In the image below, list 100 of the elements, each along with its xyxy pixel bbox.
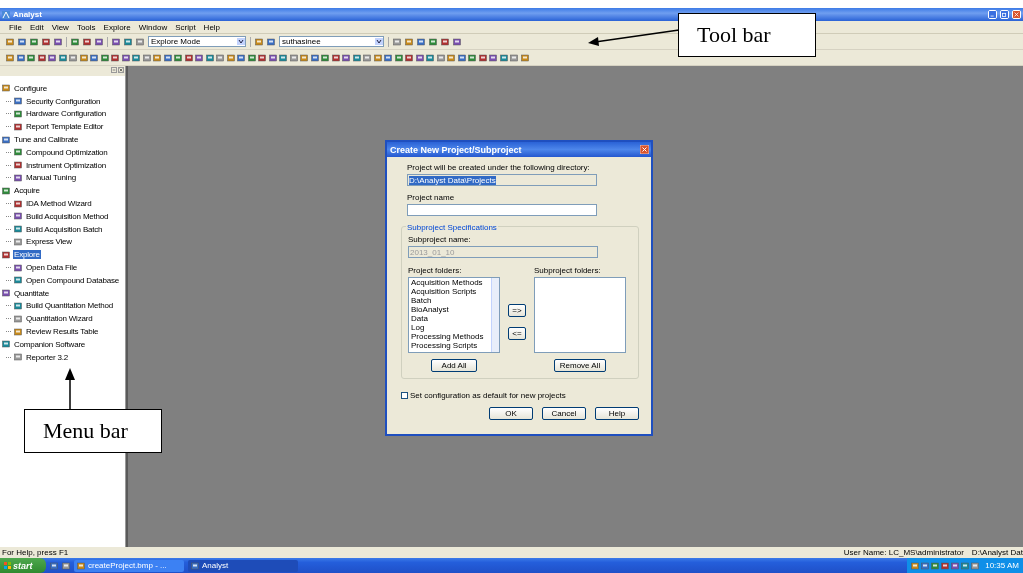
tray-icon[interactable] xyxy=(911,561,920,570)
toolbar-icon[interactable] xyxy=(184,53,193,62)
tree-item[interactable]: Quantitate xyxy=(13,288,50,298)
toolbar-icon[interactable] xyxy=(426,53,434,62)
toolbar-icon[interactable] xyxy=(111,53,119,62)
menu-item[interactable]: Help xyxy=(202,22,222,32)
toolbar-icon[interactable] xyxy=(237,53,245,62)
list-item[interactable]: Acquisition Methods xyxy=(411,278,491,287)
scrollbar[interactable] xyxy=(491,278,499,352)
move-right-button[interactable]: => xyxy=(508,304,526,317)
tree-item[interactable]: Acquire xyxy=(13,186,41,196)
tray-icon[interactable] xyxy=(941,561,950,570)
toolbar-icon[interactable] xyxy=(363,53,371,62)
tree-item[interactable]: Hardware Configuration xyxy=(25,109,108,119)
toolbar-icon[interactable] xyxy=(205,53,214,62)
toolbar-icon[interactable] xyxy=(429,37,437,46)
close-icon[interactable] xyxy=(118,67,124,73)
tree-item[interactable]: Companion Software xyxy=(13,339,87,349)
toolbar-icon[interactable] xyxy=(394,53,403,62)
toolbar-icon[interactable] xyxy=(142,53,151,62)
project-folders-list[interactable]: Acquisition Methods Acquisition Scripts Batch BioAnalyst Data Log Processing Methods Processing Scripts xyxy=(408,277,500,353)
project-name-field[interactable] xyxy=(407,204,597,216)
toolbar-icon[interactable] xyxy=(457,53,466,62)
quick-launch-icon[interactable] xyxy=(62,561,70,570)
menu-item[interactable]: View xyxy=(50,22,70,32)
tree-item[interactable]: Tune and Calibrate xyxy=(13,135,80,145)
toolbar-icon[interactable] xyxy=(226,53,235,62)
toolbar-icon[interactable] xyxy=(58,53,67,62)
list-item[interactable]: BioAnalyst xyxy=(411,305,491,314)
toolbar-icon[interactable] xyxy=(247,53,256,62)
add-all-button[interactable]: Add All xyxy=(431,359,477,372)
toolbar-icon[interactable] xyxy=(6,53,14,62)
toolbar-icon[interactable] xyxy=(499,53,508,62)
toolbar-icon[interactable] xyxy=(79,53,88,62)
toolbar-icon[interactable] xyxy=(331,53,340,62)
toolbar-icon[interactable] xyxy=(90,53,98,62)
tray-icon[interactable] xyxy=(971,561,980,570)
toolbar-icon[interactable] xyxy=(112,37,120,46)
toolbar-icon[interactable] xyxy=(321,53,329,62)
toolbar-icon[interactable] xyxy=(258,53,266,62)
taskbar-button[interactable]: createProject.bmp - ... xyxy=(74,559,184,572)
toolbar-icon[interactable] xyxy=(216,53,224,62)
tray-icon[interactable] xyxy=(921,561,930,570)
toolbar-icon[interactable] xyxy=(18,37,26,46)
toolbar-icon[interactable] xyxy=(71,37,79,46)
toolbar-icon[interactable] xyxy=(352,53,361,62)
tree-item[interactable]: Compound Optimization xyxy=(25,147,109,157)
toolbar-icon[interactable] xyxy=(95,37,103,46)
toolbar-icon[interactable] xyxy=(121,53,130,62)
toolbar-icon[interactable] xyxy=(42,37,50,46)
tree-item[interactable]: Build Acquisition Batch xyxy=(25,224,104,234)
list-item[interactable]: Log xyxy=(411,323,491,332)
start-button[interactable]: start xyxy=(0,558,46,573)
toolbar-icon[interactable] xyxy=(27,53,35,62)
toolbar-icon[interactable] xyxy=(195,53,203,62)
dropdown-arrow-icon[interactable] xyxy=(237,38,245,45)
toolbar-icon[interactable] xyxy=(279,53,287,62)
list-item[interactable]: Processing Methods xyxy=(411,332,491,341)
dropdown-arrow-icon[interactable] xyxy=(375,38,383,45)
toolbar-icon[interactable] xyxy=(54,37,62,46)
dialog-button[interactable]: Cancel xyxy=(542,407,586,420)
taskbar-button[interactable]: Analyst xyxy=(188,559,298,572)
toolbar-icon[interactable] xyxy=(268,53,277,62)
menu-item[interactable]: File xyxy=(8,22,23,32)
dialog-button[interactable]: OK xyxy=(489,407,533,420)
toolbar-icon[interactable] xyxy=(16,53,25,62)
toolbar-icon[interactable] xyxy=(163,53,172,62)
toolbar-icon[interactable] xyxy=(100,53,109,62)
move-left-button[interactable]: <= xyxy=(508,327,526,340)
toolbar-icon[interactable] xyxy=(384,53,392,62)
menu-item[interactable]: Explore xyxy=(102,22,132,32)
toolbar-icon[interactable] xyxy=(6,37,14,46)
toolbar-icon[interactable] xyxy=(48,53,56,62)
toolbar-icon[interactable] xyxy=(132,53,140,62)
toolbar-icon[interactable] xyxy=(447,53,455,62)
toolbar-icon[interactable] xyxy=(124,37,132,46)
tray-icon[interactable] xyxy=(961,561,970,570)
toolbar-icon[interactable] xyxy=(373,53,382,62)
toolbar-icon[interactable] xyxy=(468,53,476,62)
toolbar-icon[interactable] xyxy=(489,53,497,62)
toolbar-icon[interactable] xyxy=(37,53,46,62)
list-item[interactable]: Data xyxy=(411,314,491,323)
tree-item[interactable]: Open Data File xyxy=(25,263,78,273)
directory-field[interactable]: D:\Analyst Data\Projects xyxy=(407,174,597,186)
toolbar-icon[interactable] xyxy=(69,53,77,62)
tray-icon[interactable] xyxy=(951,561,960,570)
toolbar-icon[interactable] xyxy=(405,53,413,62)
toolbar-icon[interactable] xyxy=(83,37,91,46)
dialog-button[interactable]: Help xyxy=(595,407,639,420)
tray-icon[interactable] xyxy=(931,561,940,570)
quick-launch-icon[interactable] xyxy=(50,561,58,570)
tree-item[interactable]: Security Configuration xyxy=(25,96,102,106)
toolbar-icon[interactable] xyxy=(174,53,182,62)
toolbar-icon[interactable] xyxy=(255,37,263,46)
menu-item[interactable]: Script xyxy=(174,22,197,32)
tree-item[interactable]: Quantitation Wizard xyxy=(25,314,94,324)
toolbar-icon[interactable] xyxy=(415,53,424,62)
toolbar-icon[interactable] xyxy=(453,37,461,46)
restore-icon[interactable] xyxy=(1000,10,1009,19)
toolbar-icon[interactable] xyxy=(30,37,38,46)
